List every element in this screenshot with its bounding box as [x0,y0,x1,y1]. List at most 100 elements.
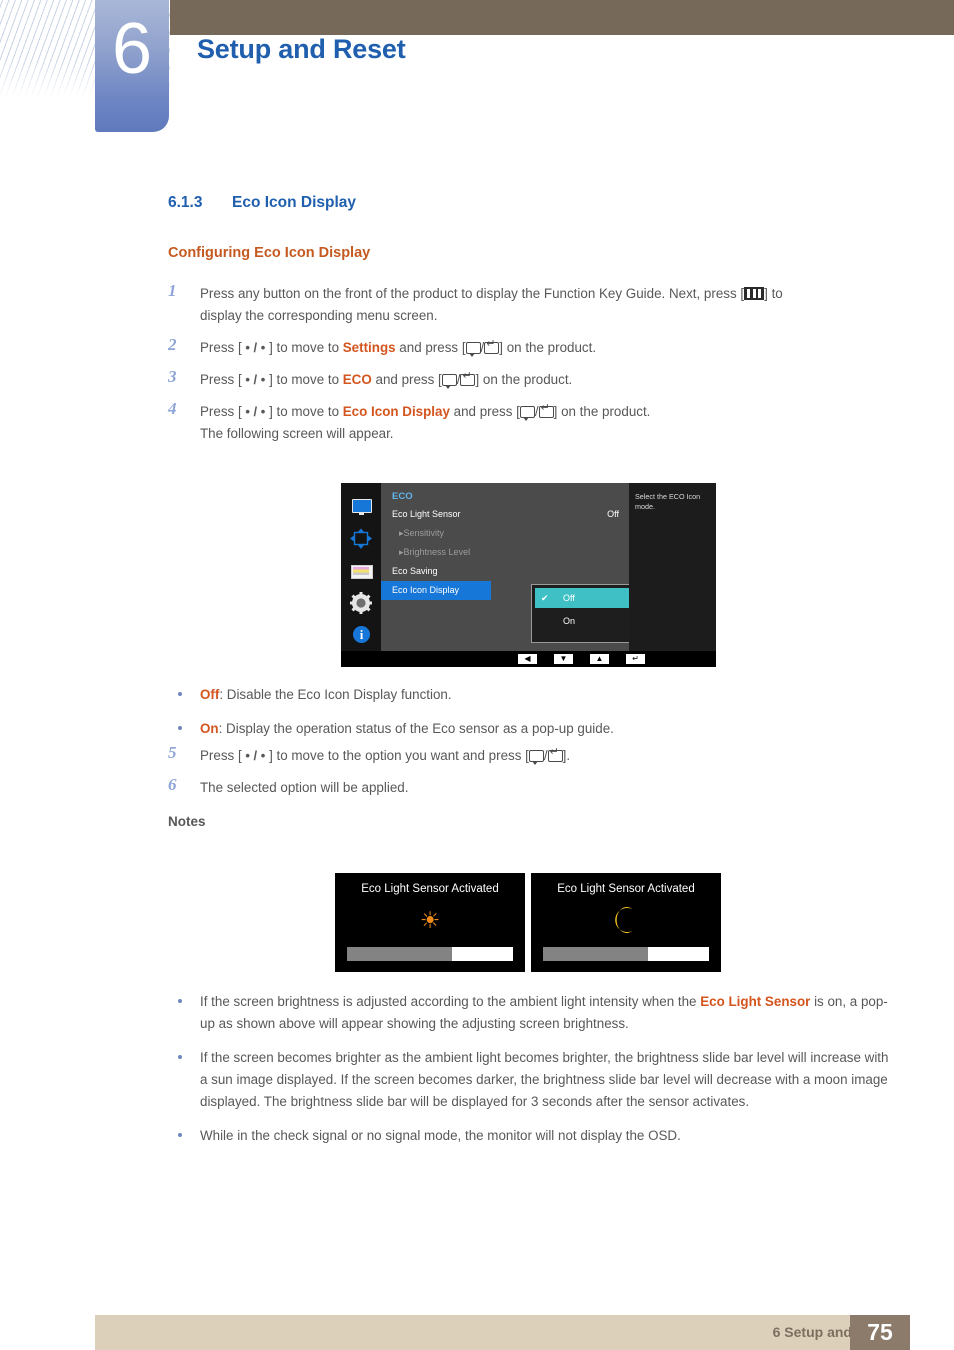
step-1-text-a: Press any button on the front of the pro… [200,286,745,301]
chapter-title: Setup and Reset [197,34,406,64]
option-term: On [200,721,219,736]
gear-svg [350,592,372,614]
option-bullet-list: Off: Disable the Eco Icon Display functi… [168,684,898,752]
bullet-dot [178,726,182,730]
resize-arrows-svg [350,528,372,549]
step-3-d: ] on the product. [475,372,573,387]
bullet-text: If the screen becomes brighter as the am… [200,1050,889,1109]
step-1-line2: display the corresponding menu screen. [200,308,438,323]
popup-title: Eco Light Sensor Activated [361,883,499,895]
back-key-icon [528,750,544,765]
osd-menu-heading: ECO [392,491,413,502]
step-6: 6 The selected option will be applied. [168,775,898,799]
section-subtitle: Configuring Eco Icon Display [168,245,371,261]
section-number: 6.1.3 [168,194,203,211]
list-item: While in the check signal or no signal m… [168,1125,898,1147]
resize-arrows-icon [349,528,373,550]
procedure-steps-continued: 5 Press [ • / • ] to move to the option … [168,743,898,809]
popup-title: Eco Light Sensor Activated [557,883,695,895]
step-number: 3 [168,367,177,386]
osd-nav-enter-button[interactable]: ↵ [626,654,645,664]
enter-key-icon [538,402,554,418]
step-2-a: Press [ [200,340,246,355]
bullet-dot [178,1133,182,1137]
osd-description-panel: Select the ECO Icon mode. [629,483,716,651]
option-term: Off [200,687,220,702]
step-4-a: Press [ [200,404,246,419]
list-item: On: Display the operation status of the … [168,718,898,740]
document-page: 6 Setup and Reset 6.1.3 Eco Icon Display … [0,0,954,1350]
info-icon [349,624,374,646]
note-term: Eco Light Sensor [700,994,811,1009]
list-item: If the screen brightness is adjusted acc… [168,991,898,1035]
enter-key-icon [484,338,500,354]
bullet-text: On: Display the operation status of the … [200,718,898,740]
procedure-steps: 1 Press any button on the front of the p… [168,281,898,455]
step-1-text-b: ] to [764,286,783,301]
osd-menu-panel: ECO Eco Light Sensor Off Sensitivity Bri… [381,483,661,651]
bullet-dot [178,999,182,1003]
step-text: Press any button on the front of the pro… [200,283,898,327]
step-text: Press [ • / • ] to move to the option yo… [200,745,898,767]
notes-bullet-list: If the screen brightness is adjusted acc… [168,991,898,1159]
osd-option-label: Off [563,593,575,603]
step-5-b: ] to move to the option you want and pre… [265,748,529,763]
page-number: 75 [850,1315,910,1350]
osd-row-brightness-level[interactable]: Brightness Level [381,543,629,562]
step-5-dots: • / • [245,748,266,763]
brightness-bar-fill [543,947,648,961]
step-4-dots: • / • [245,404,266,419]
chapter-number: 6 [111,9,153,89]
back-key-icon [519,406,535,421]
menu-key-icon [744,287,765,300]
osd-row-sensitivity[interactable]: Sensitivity [381,524,629,543]
step-4-d: ] on the product. [553,404,651,419]
list-item: If the screen becomes brighter as the am… [168,1047,898,1113]
bullet-text: Off: Disable the Eco Icon Display functi… [200,684,898,706]
sun-icon: ☀ [419,907,441,933]
step-text: Press [ • / • ] to move to ECO and press… [200,369,898,391]
bullet-dot [178,1055,182,1059]
step-4-c: and press [ [449,404,520,419]
brightness-slide-bar [543,947,709,961]
gear-icon [349,592,373,614]
osd-row-eco-saving[interactable]: Eco Saving [381,562,629,581]
step-number: 5 [168,743,177,762]
step-3-c: and press [ [371,372,442,387]
step-number: 6 [168,775,177,794]
step-1: 1 Press any button on the front of the p… [168,281,898,327]
step-3: 3 Press [ • / • ] to move to ECO and pre… [168,367,898,391]
osd-row-eco-icon-display[interactable]: Eco Icon Display [381,581,491,600]
back-key-icon [465,342,481,357]
step-4: 4 Press [ • / • ] to move to Eco Icon Di… [168,399,898,445]
step-3-a: Press [ [200,372,246,387]
bullet-text: If the screen brightness is adjusted acc… [200,991,898,1035]
osd-nav-down-button[interactable]: ▼ [554,654,573,664]
osd-nav-bar: ◀ ▼ ▲ ↵ [341,651,716,667]
step-4-target: Eco Icon Display [342,404,450,419]
step-2-b: ] to move to [265,340,343,355]
osd-menu-screenshot: ECO Eco Light Sensor Off Sensitivity Bri… [341,483,716,667]
step-4-line2: The following screen will appear. [200,426,394,441]
step-3-target: ECO [342,372,372,387]
osd-nav-left-button[interactable]: ◀ [518,654,537,664]
option-desc: : Display the operation status of the Ec… [218,721,614,736]
step-number: 1 [168,281,177,300]
option-desc: : Disable the Eco Icon Display function. [219,687,452,702]
osd-nav-up-button[interactable]: ▲ [590,654,609,664]
moon-svg [615,907,632,933]
step-5-a: Press [ [200,748,246,763]
section-title: Eco Icon Display [232,194,357,211]
osd-row-label: Eco Light Sensor [392,509,461,519]
step-2-dots: • / • [245,340,266,355]
color-bars-icon [349,560,373,582]
enter-key-icon [547,746,563,762]
step-2-d: ] on the product. [499,340,597,355]
brightness-bar-fill [347,947,452,961]
osd-row-eco-light-sensor[interactable]: Eco Light Sensor Off [381,505,629,524]
eco-popup-sun-image: Eco Light Sensor Activated ☀ [335,873,525,972]
step-2-target: Settings [342,340,396,355]
notes-heading: Notes [168,814,206,829]
step-text: Press [ • / • ] to move to Settings and … [200,337,898,359]
bullet-text: While in the check signal or no signal m… [200,1128,681,1143]
